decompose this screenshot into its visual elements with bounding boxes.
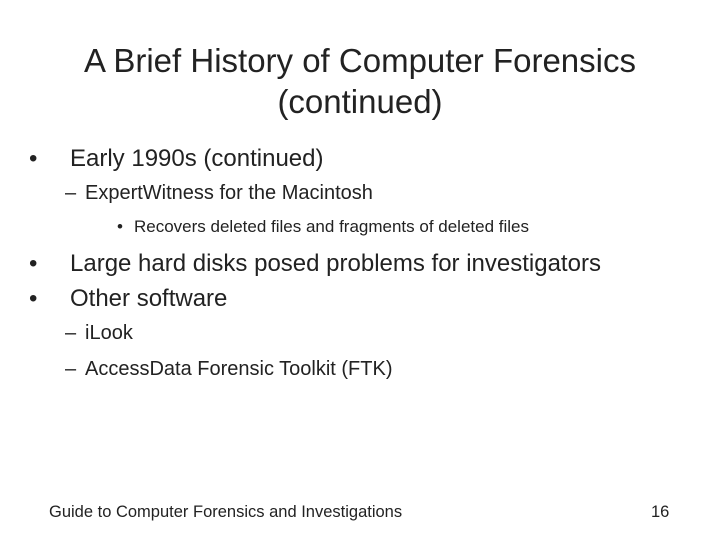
page-number: 16 [651, 503, 670, 521]
dash-marker: – [65, 182, 77, 204]
bullet-text: Early 1990s (continued) [70, 145, 324, 172]
bullet-text: AccessData Forensic Toolkit (FTK) [85, 358, 393, 380]
bullet-marker: • [117, 217, 123, 236]
bullet-text: iLook [85, 322, 133, 344]
bullet-text: Recovers deleted files and fragments of … [134, 217, 530, 236]
bullet-marker: • [29, 285, 38, 312]
dash-marker: – [65, 322, 77, 344]
title-line-1: A Brief History of Computer Forensics [83, 42, 636, 79]
title-line-2: (continued) [277, 83, 443, 120]
bullet-marker: • [29, 250, 38, 277]
bullet-text: ExpertWitness for the Macintosh [85, 182, 373, 204]
bullet-text: Other software [70, 285, 228, 312]
dash-marker: – [65, 358, 77, 380]
slide-title: A Brief History of Computer Forensics (c… [0, 40, 720, 122]
slide: A Brief History of Computer Forensics (c… [0, 0, 720, 540]
bullet-marker: • [29, 145, 38, 172]
footer-text: Guide to Computer Forensics and Investig… [49, 503, 403, 521]
bullet-text: Large hard disks posed problems for inve… [70, 250, 601, 277]
